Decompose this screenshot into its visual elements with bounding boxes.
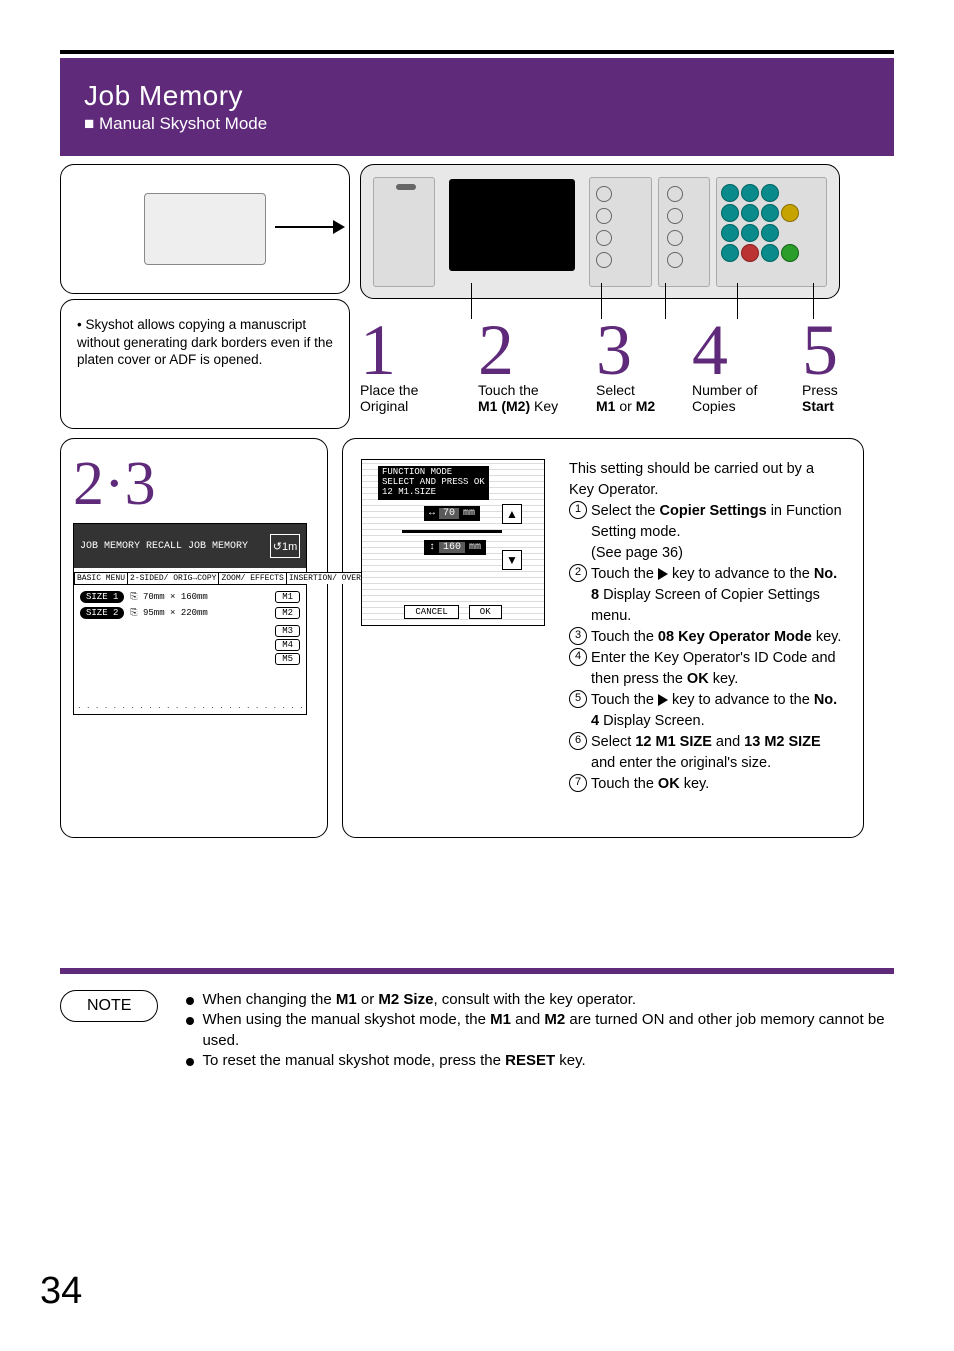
size-row-1: SIZE 1 ⎘ 70mm × 160mm M1 (80, 591, 300, 603)
bullet-icon (186, 1017, 194, 1025)
function-mode-header: FUNCTION MODE SELECT AND PRESS OK 12 M1.… (378, 466, 489, 500)
setup-step-7: Touch the OK key. (591, 774, 709, 795)
width-up-button[interactable]: ▲ (502, 504, 522, 524)
note-list: When changing the M1 or M2 Size, consult… (186, 990, 894, 1071)
step-num-3: 3 (596, 314, 692, 386)
job-memory-screen: JOB MEMORY RECALL JOB MEMORY ↺1m BASIC M… (73, 523, 307, 715)
height-down-button[interactable]: ▼ (502, 550, 522, 570)
m1-button[interactable]: M1 (275, 591, 300, 603)
size-row-2: SIZE 2 ⎘ 95mm × 220mm M2 (80, 607, 300, 619)
note-item-3: To reset the manual skyshot mode, press … (202, 1051, 585, 1071)
lcd-icon (449, 179, 575, 271)
screen-header-text: JOB MEMORY RECALL JOB MEMORY (80, 541, 248, 552)
tab-basic[interactable]: BASIC MENU (74, 572, 128, 584)
setup-step-4: Enter the Key Operator's ID Code and the… (591, 648, 843, 690)
recall-icon: ↺1m (270, 534, 300, 558)
step-num-2: 2 (478, 314, 596, 386)
size2-pill: SIZE 2 (80, 607, 124, 619)
skyshot-note: • Skyshot allows copying a manuscript wi… (61, 300, 349, 385)
subtitle: ■ Manual Skyshot Mode (84, 114, 874, 134)
title-band: Job Memory ■ Manual Skyshot Mode (60, 58, 894, 156)
feeder-icon (144, 193, 266, 265)
note-row: NOTE When changing the M1 or M2 Size, co… (60, 990, 894, 1071)
caption-4: Number of Copies (692, 382, 802, 414)
top-rule (60, 50, 894, 54)
lower-row: 2·3 JOB MEMORY RECALL JOB MEMORY ↺1m BAS… (60, 438, 894, 838)
setup-step-1: Select the Copier Settings in Function S… (591, 501, 843, 564)
cancel-button[interactable]: CANCEL (404, 605, 458, 619)
bullet-icon (186, 997, 194, 1005)
note-separator (60, 968, 894, 974)
divider-line (402, 530, 502, 533)
m4-button[interactable]: M4 (275, 639, 300, 651)
panel-2-3: 2·3 JOB MEMORY RECALL JOB MEMORY ↺1m BAS… (60, 438, 328, 838)
setup-step-5: Touch the key to advance to the No. 4 Di… (591, 690, 843, 732)
caption-5: Press Start (802, 382, 838, 414)
note-item-2: When using the manual skyshot mode, the … (202, 1010, 894, 1051)
caption-2: Touch the M1 (M2) Key (478, 382, 596, 414)
caption-1: Place the Original (360, 382, 478, 414)
arrow-key-icon (658, 694, 668, 706)
tab-row: BASIC MENU 2-SIDED/ ORIG→COPY ZOOM/ EFFE… (74, 568, 306, 585)
size1-pill: SIZE 1 (80, 591, 124, 603)
setup-step-6: Select 12 M1 SIZE and 13 M2 SIZE and ent… (591, 732, 843, 774)
page-number: 34 (40, 1270, 82, 1313)
m2-button[interactable]: M2 (275, 607, 300, 619)
tab-2sided[interactable]: 2-SIDED/ ORIG→COPY (127, 572, 219, 584)
figure-area: • Skyshot allows copying a manuscript wi… (60, 164, 894, 444)
height-field: ↕ 160 mm (424, 540, 486, 555)
ok-button[interactable]: OK (469, 605, 502, 619)
panel-setup: FUNCTION MODE SELECT AND PRESS OK 12 M1.… (342, 438, 864, 838)
size1-text: ⎘ 70mm × 160mm (130, 592, 207, 602)
step-captions: Place the Original Touch the M1 (M2) Key… (360, 382, 920, 414)
document-feeder-panel (60, 164, 350, 294)
step-numbers: 1 2 3 4 5 (360, 314, 920, 386)
bullet-icon (186, 1058, 194, 1066)
size2-text: ⎘ 95mm × 220mm (130, 608, 207, 618)
control-panel-illustration (360, 164, 840, 299)
title: Job Memory (84, 80, 874, 112)
setup-intro: This setting should be carried out by a … (569, 459, 843, 501)
tab-zoom[interactable]: ZOOM/ EFFECTS (218, 572, 286, 584)
step-num-5: 5 (802, 314, 838, 386)
width-field: ↔ 70 mm (424, 506, 480, 521)
m5-button[interactable]: M5 (275, 653, 300, 665)
arrow-key-icon (658, 568, 668, 580)
setup-steps: This setting should be carried out by a … (569, 459, 843, 817)
panel-2-3-number: 2·3 (73, 453, 315, 515)
step-num-1: 1 (360, 314, 478, 386)
dot-row: · · · · · · · · · · · · · · · · · · · · … (78, 703, 302, 712)
m3-button[interactable]: M3 (275, 625, 300, 637)
skyshot-note-panel: • Skyshot allows copying a manuscript wi… (60, 299, 350, 429)
note-label: NOTE (60, 990, 158, 1022)
note-item-1: When changing the M1 or M2 Size, consult… (202, 990, 636, 1010)
caption-3: Select M1 or M2 (596, 382, 692, 414)
setup-step-2: Touch the key to advance to the No. 8 Di… (591, 564, 843, 627)
function-mode-screen: FUNCTION MODE SELECT AND PRESS OK 12 M1.… (361, 459, 545, 626)
setup-step-3: Touch the 08 Key Operator Mode key. (591, 627, 841, 648)
step-num-4: 4 (692, 314, 802, 386)
